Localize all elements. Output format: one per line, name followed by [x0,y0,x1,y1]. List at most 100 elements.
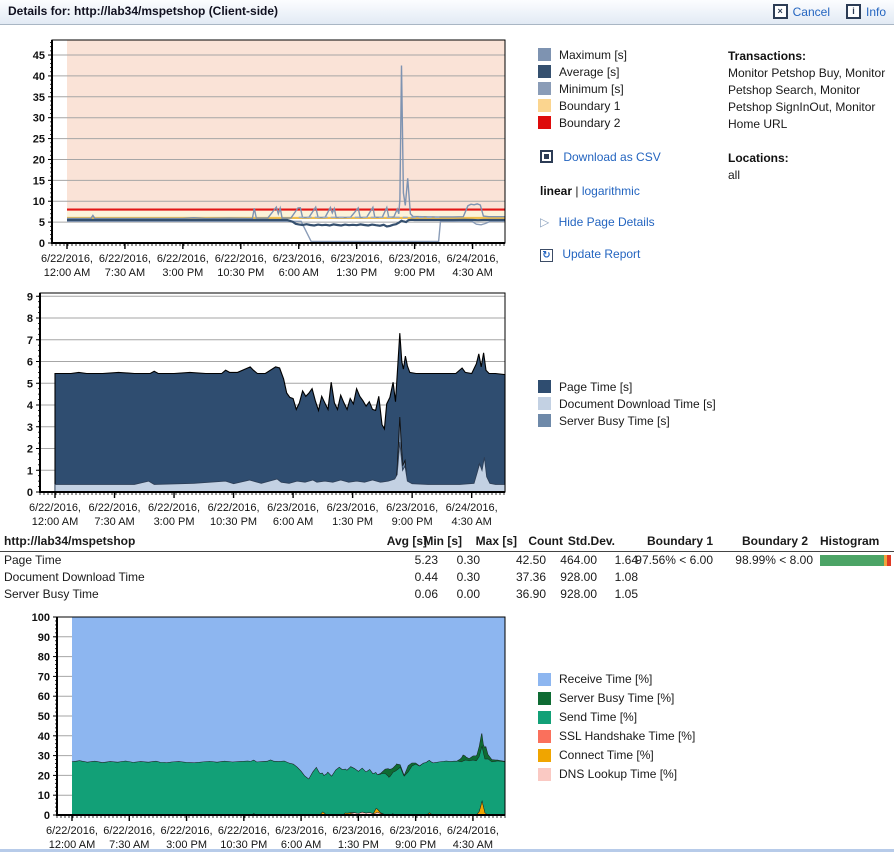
legend-label: Boundary 1 [559,99,620,113]
svg-text:6/23/2016,: 6/23/2016, [331,253,383,265]
svg-text:6/22/2016,: 6/22/2016, [218,825,270,837]
svg-text:60: 60 [38,691,50,703]
legend-label: Connect Time [%] [559,748,654,762]
svg-text:30: 30 [38,751,50,763]
svg-text:20: 20 [33,154,45,166]
svg-text:6/22/2016,: 6/22/2016, [41,253,93,265]
bottom-scroll-strip[interactable] [0,849,894,852]
svg-text:0: 0 [39,238,45,250]
update-report-link[interactable]: Update Report [562,247,640,261]
locations-label: Locations: [728,150,894,167]
col-count: Count [528,534,563,548]
svg-text:6:00 AM: 6:00 AM [273,516,313,528]
legend-item: Server Busy Time [%] [538,691,695,705]
legend-label: Average [s] [559,65,619,79]
linear-option[interactable]: linear [540,184,572,198]
table-row: Server Busy Time 0.06 0.00 36.90 928.00 … [0,586,894,603]
svg-text:40: 40 [33,71,45,83]
svg-text:7: 7 [27,335,33,347]
page-time-legend: Page Time [s]Document Download Time [s]S… [538,380,716,431]
legend-item: Boundary 2 [538,116,627,129]
svg-text:6/22/2016,: 6/22/2016, [208,502,260,514]
svg-text:7:30 AM: 7:30 AM [105,267,145,279]
svg-text:6/22/2016,: 6/22/2016, [148,502,200,514]
svg-text:6/22/2016,: 6/22/2016, [157,253,209,265]
logarithmic-option[interactable]: logarithmic [582,184,640,198]
hide-page-details-link[interactable]: Hide Page Details [559,215,655,229]
legend-item: DNS Lookup Time [%] [538,767,695,781]
svg-text:6/22/2016,: 6/22/2016, [215,253,267,265]
svg-text:3:00 PM: 3:00 PM [162,267,203,279]
legend-swatch [538,414,551,427]
svg-text:30: 30 [33,113,45,125]
legend-label: Receive Time [%] [559,672,652,686]
col-histogram: Histogram [820,534,879,548]
svg-text:6/23/2016,: 6/23/2016, [327,502,379,514]
legend-swatch [538,116,551,129]
info-button[interactable]: i Info [846,4,886,19]
legend-swatch [538,48,551,61]
refresh-icon: ↻ [540,249,553,262]
svg-text:10: 10 [33,196,45,208]
svg-text:6/24/2016,: 6/24/2016, [447,253,499,265]
info-icon: i [846,4,861,19]
transactions-line: Monitor Petshop Buy, Monitor [728,65,894,82]
table-row: Page Time 5.23 0.30 42.50 464.00 1.64 97… [0,552,894,569]
close-icon: × [773,4,788,19]
cancel-button[interactable]: × Cancel [773,4,830,19]
svg-text:12:00 AM: 12:00 AM [44,267,90,279]
legend-item: Server Busy Time [s] [538,414,716,427]
svg-text:1:30 PM: 1:30 PM [336,267,377,279]
legend-label: SSL Handshake Time [%] [559,729,695,743]
svg-text:4:30 AM: 4:30 AM [452,267,492,279]
legend-label: Send Time [%] [559,710,637,724]
svg-text:4: 4 [27,400,34,412]
transactions-block: Transactions: Monitor Petshop Buy, Monit… [728,48,894,133]
svg-text:1:30 PM: 1:30 PM [332,516,373,528]
legend-item: Maximum [s] [538,48,627,61]
svg-text:0: 0 [44,810,50,822]
response-time-chart: 0510152025303540456/22/2016,12:00 AM6/22… [0,30,530,285]
svg-text:80: 80 [38,652,50,664]
legend-item: Connect Time [%] [538,748,695,762]
svg-text:6/23/2016,: 6/23/2016, [389,253,441,265]
legend-label: DNS Lookup Time [%] [559,767,677,781]
transactions-line: Petshop Search, Monitor [728,82,894,99]
legend-swatch [538,397,551,410]
legend-swatch [538,65,551,78]
transactions-line: Petshop SignInOut, Monitor [728,99,894,116]
legend-item: Average [s] [538,65,627,78]
svg-text:10:30 PM: 10:30 PM [210,516,257,528]
legend-item: Send Time [%] [538,710,695,724]
svg-text:6/22/2016,: 6/22/2016, [103,825,155,837]
legend-label: Minimum [s] [559,82,624,96]
svg-text:6/22/2016,: 6/22/2016, [161,825,213,837]
svg-text:70: 70 [38,671,50,683]
scale-toggle: linear | logarithmic [540,184,640,198]
svg-text:6/23/2016,: 6/23/2016, [275,825,327,837]
table-row: Document Download Time 0.44 0.30 37.36 9… [0,569,894,586]
legend-item: Page Time [s] [538,380,716,393]
svg-text:35: 35 [33,92,45,104]
legend-swatch [538,730,551,743]
svg-text:12:00 AM: 12:00 AM [32,516,78,528]
svg-text:9:00 PM: 9:00 PM [394,267,435,279]
svg-text:7:30 AM: 7:30 AM [94,516,134,528]
csv-icon [540,150,553,163]
svg-text:6:00 AM: 6:00 AM [279,267,319,279]
legend-swatch [538,711,551,724]
table-url-header: http://lab34/mspetshop [4,534,135,548]
svg-text:5: 5 [27,378,33,390]
histogram-bar [820,555,891,566]
svg-text:6/23/2016,: 6/23/2016, [273,253,325,265]
svg-text:6: 6 [27,357,33,369]
svg-text:40: 40 [38,731,50,743]
histogram-segment [820,555,884,566]
time-composition-chart: 01020304050607080901006/22/2016,12:00 AM… [0,610,530,855]
svg-text:20: 20 [38,770,50,782]
svg-text:100: 100 [32,612,50,624]
download-csv-row: Download as CSV [540,150,661,164]
svg-text:50: 50 [38,711,50,723]
report-page: Details for: http://lab34/mspetshop (Cli… [0,0,894,855]
download-csv-link[interactable]: Download as CSV [563,150,660,164]
